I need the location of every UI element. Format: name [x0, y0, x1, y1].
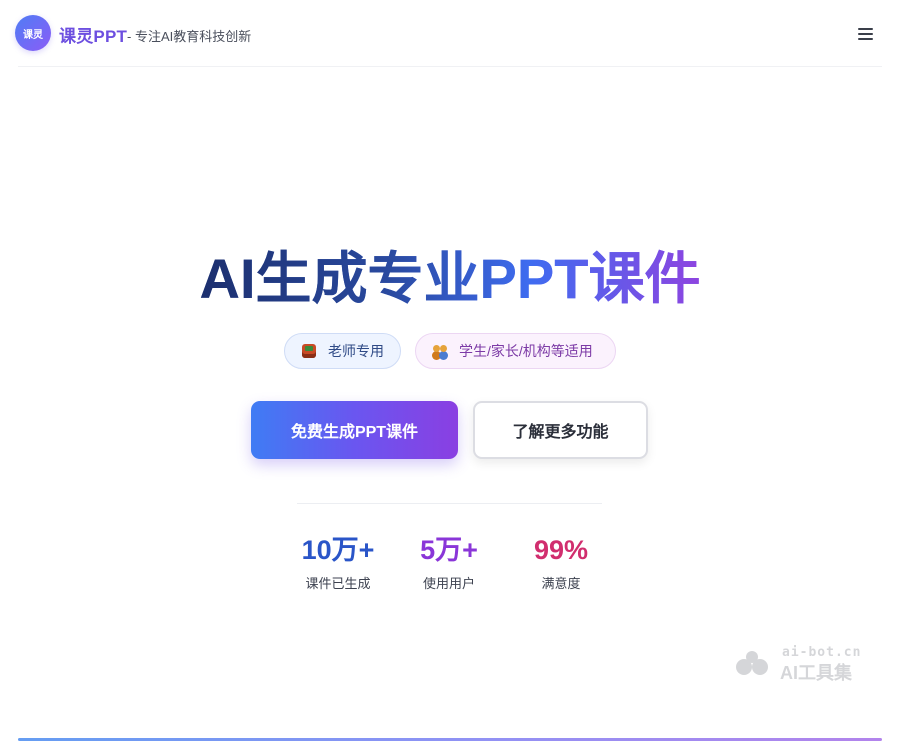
watermark: ai-bot.cn AI工具集 [730, 645, 870, 685]
watermark-domain: ai-bot.cn [782, 645, 862, 660]
stats-divider [297, 503, 602, 504]
audience-tags: 老师专用 学生/家长/机构等适用 [0, 333, 900, 371]
stat-label: 满意度 [541, 576, 581, 591]
bottom-gradient-bar [18, 738, 882, 741]
generate-ppt-button[interactable]: 免费生成PPT课件 [251, 401, 458, 459]
page: 课灵 课灵PPT - 专注AI教育科技创新 AI生成专业PPT课件 老师专用 学… [0, 0, 900, 750]
learn-more-button[interactable]: 了解更多功能 [473, 401, 648, 459]
logo[interactable]: 课灵 [15, 15, 51, 51]
stat-courseware-generated: 10万+ 课件已生成 [283, 531, 393, 592]
logo-text: 课灵 [23, 29, 43, 41]
hamburger-menu-icon[interactable] [856, 24, 876, 44]
stat-label: 课件已生成 [305, 576, 371, 591]
brand-tagline: - 专注AI教育科技创新 [127, 29, 252, 44]
people-icon [433, 344, 447, 358]
books-icon [302, 344, 316, 358]
tag-teacher-label: 老师专用 [328, 343, 384, 359]
tag-others-label: 学生/家长/机构等适用 [459, 343, 593, 359]
cta-buttons: 免费生成PPT课件 了解更多功能 [0, 401, 900, 461]
tag-others: 学生/家长/机构等适用 [415, 333, 616, 369]
top-navbar: 课灵 课灵PPT - 专注AI教育科技创新 [0, 0, 900, 66]
stat-users: 5万+ 使用用户 [394, 531, 504, 592]
header-divider [18, 66, 882, 67]
stat-value: 10万+ [301, 535, 375, 565]
stat-value: 99% [533, 535, 589, 565]
hero-title: AI生成专业PPT课件 [200, 244, 701, 314]
brand-name[interactable]: 课灵PPT [59, 22, 127, 47]
stat-satisfaction: 99% 满意度 [506, 531, 616, 592]
watermark-name: AI工具集 [780, 663, 852, 683]
stat-value: 5万+ [420, 535, 478, 565]
tag-teacher: 老师专用 [284, 333, 401, 369]
stat-label: 使用用户 [422, 576, 475, 591]
hero-title-container: AI生成专业PPT课件 [0, 244, 900, 314]
watermark-logo-icon [736, 651, 768, 675]
